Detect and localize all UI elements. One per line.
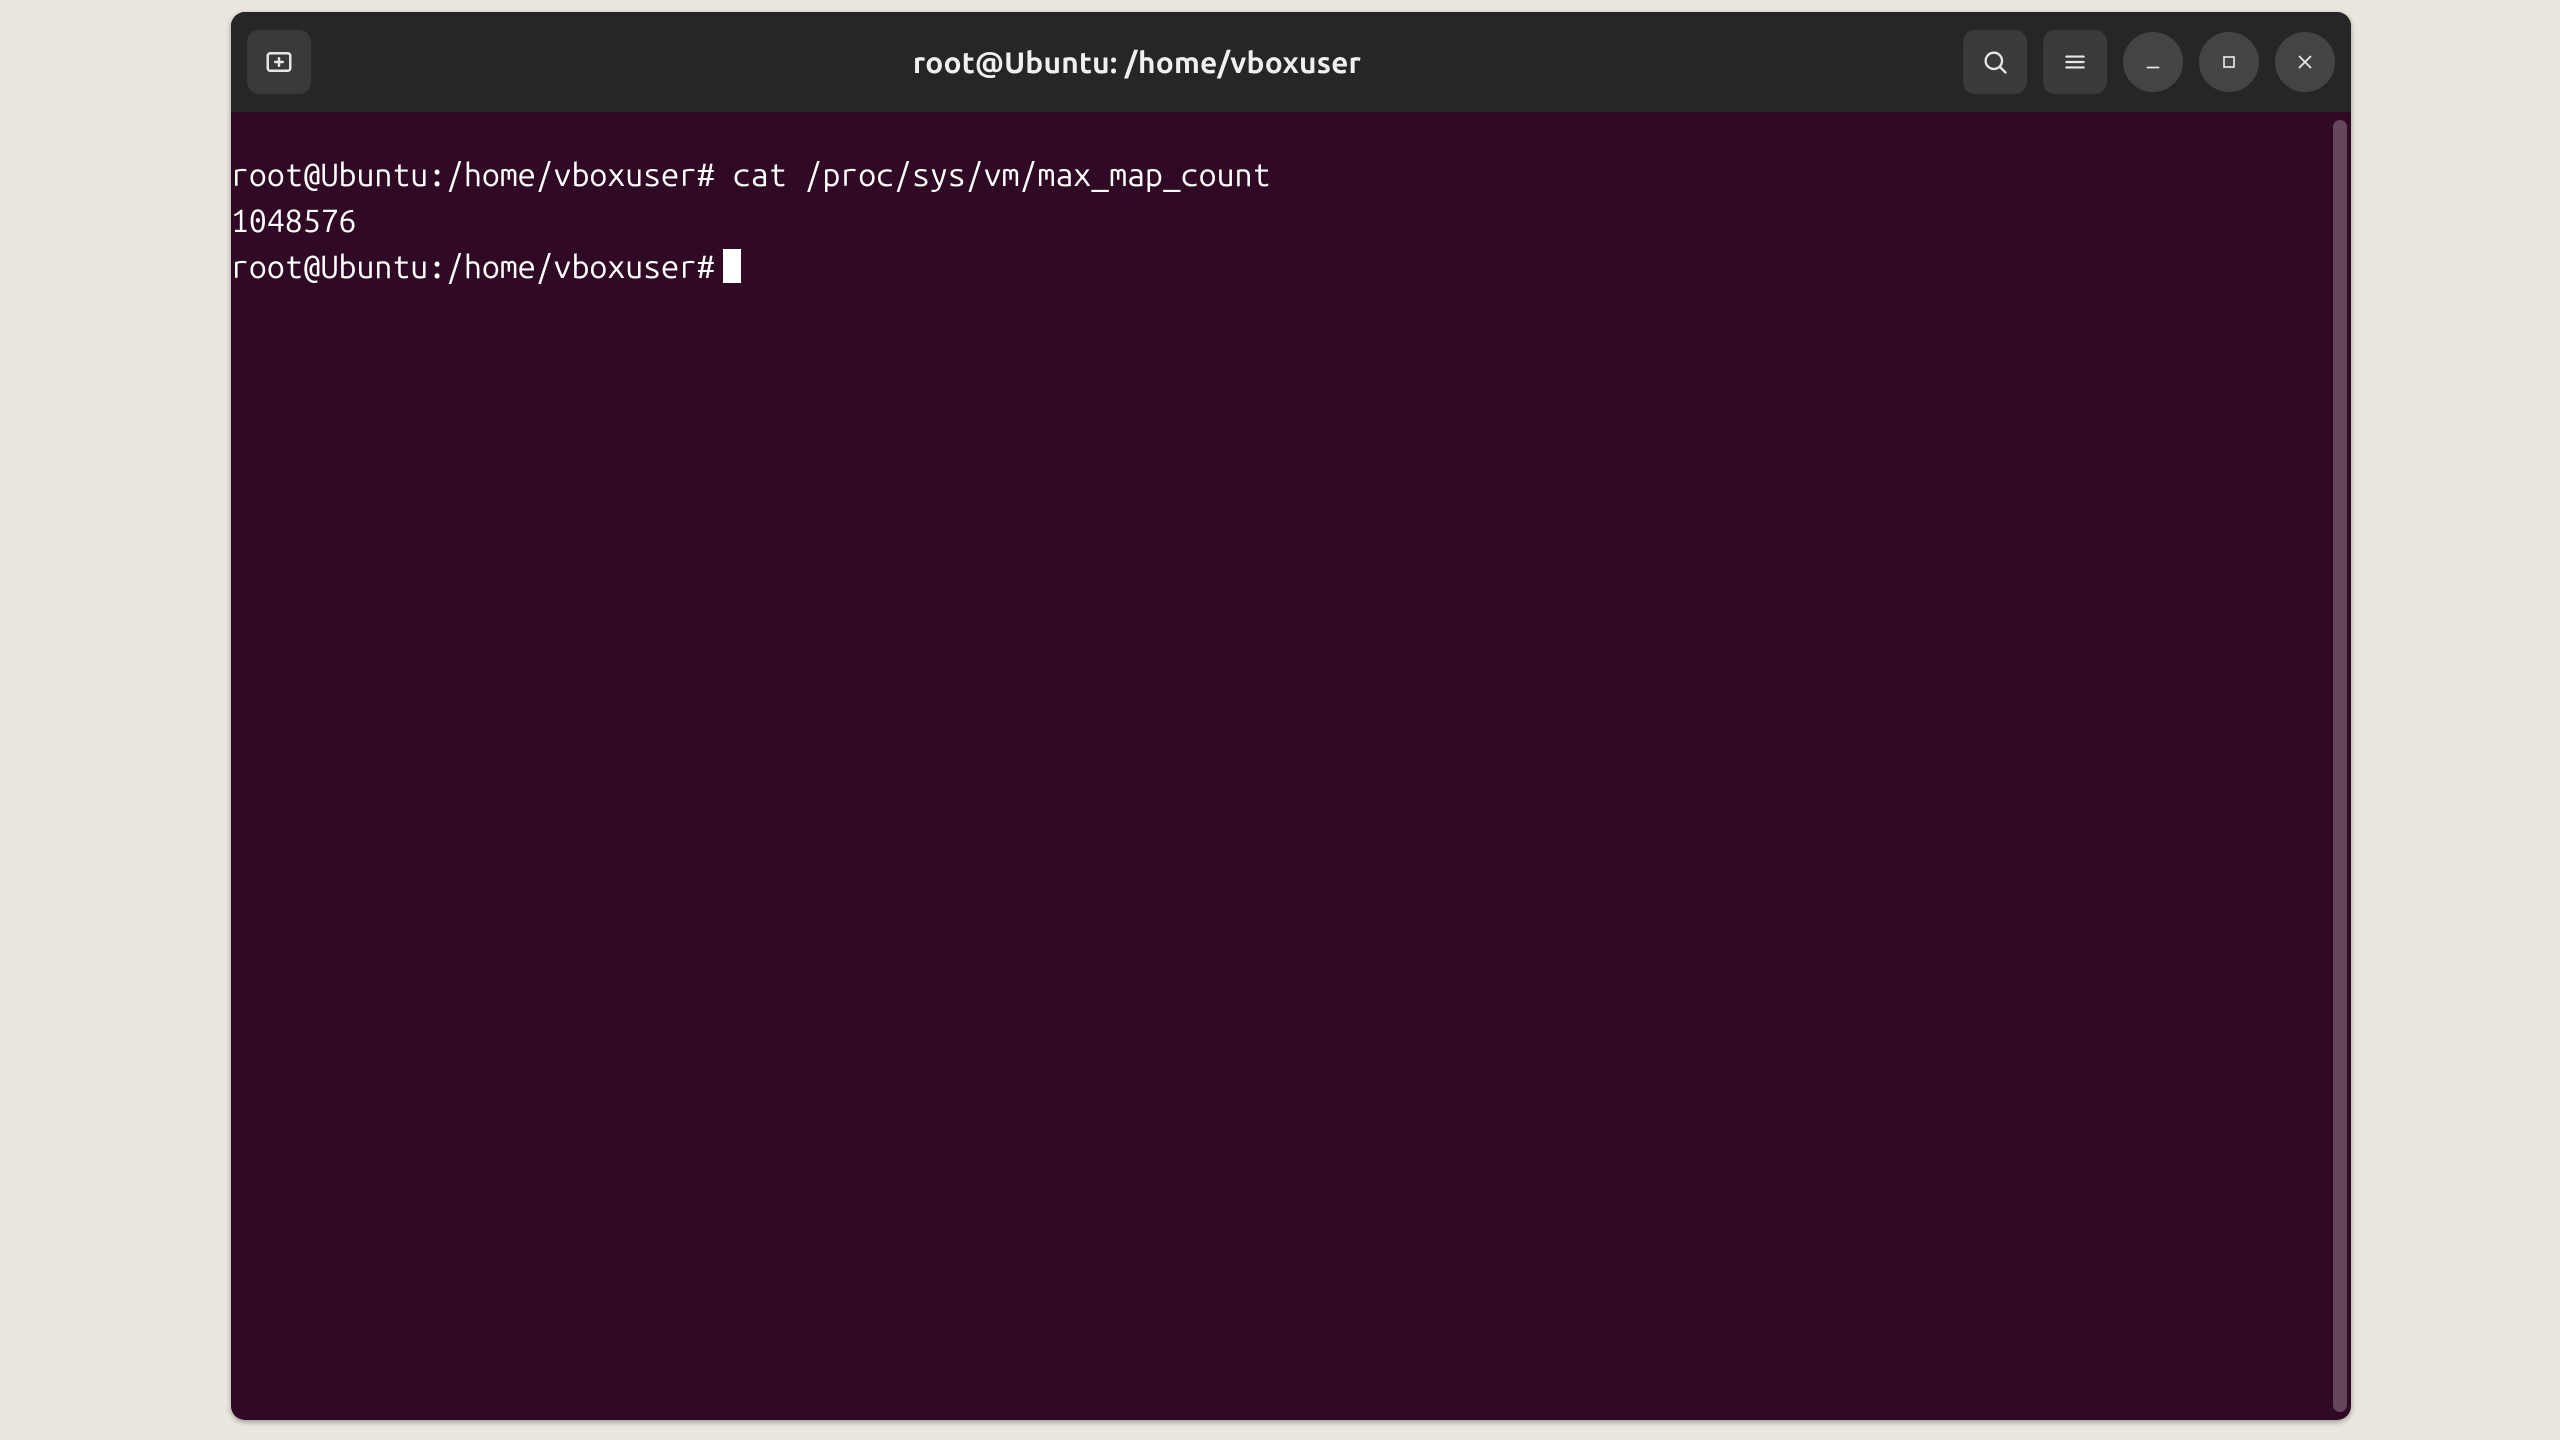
cursor xyxy=(723,249,741,283)
new-tab-icon xyxy=(264,47,294,77)
minimize-icon xyxy=(2142,51,2164,73)
terminal-body[interactable]: root@Ubuntu:/home/vboxuser# cat /proc/sy… xyxy=(231,112,2351,1420)
terminal-content[interactable]: root@Ubuntu:/home/vboxuser# cat /proc/sy… xyxy=(231,152,2351,290)
scrollbar[interactable] xyxy=(2333,120,2347,1412)
new-tab-button[interactable] xyxy=(247,30,311,94)
minimize-button[interactable] xyxy=(2123,32,2183,92)
close-button[interactable] xyxy=(2275,32,2335,92)
window-title: root@Ubuntu: /home/vboxuser xyxy=(311,45,1963,79)
maximize-icon xyxy=(2219,52,2239,72)
terminal-window: root@Ubuntu: /home/vboxuser xyxy=(231,12,2351,1420)
titlebar: root@Ubuntu: /home/vboxuser xyxy=(231,12,2351,112)
close-icon xyxy=(2294,51,2316,73)
maximize-button[interactable] xyxy=(2199,32,2259,92)
menu-button[interactable] xyxy=(2043,30,2107,94)
hamburger-icon xyxy=(2062,49,2088,75)
search-icon xyxy=(1981,48,2009,76)
search-button[interactable] xyxy=(1963,30,2027,94)
